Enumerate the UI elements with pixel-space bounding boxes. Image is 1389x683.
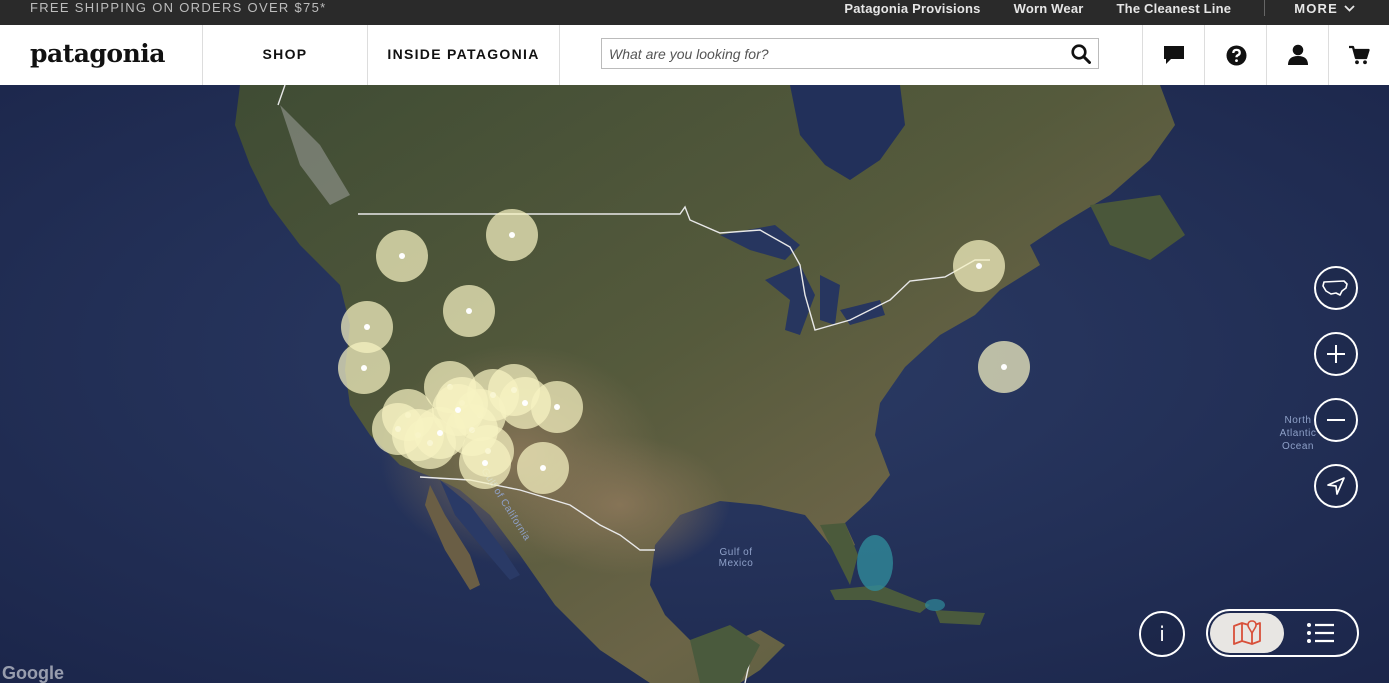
store-marker[interactable] xyxy=(953,240,1005,292)
help-button[interactable] xyxy=(1205,25,1267,85)
cart-icon xyxy=(1349,45,1370,65)
list-view-icon xyxy=(1307,623,1334,643)
usa-view-icon xyxy=(1322,280,1348,296)
store-marker-dot xyxy=(437,430,443,436)
search-input[interactable] xyxy=(602,39,1056,68)
zoom-out-button[interactable] xyxy=(1314,398,1358,442)
nav-shop[interactable]: SHOP xyxy=(203,25,367,85)
view-toggle xyxy=(1206,609,1359,657)
chat-button[interactable] xyxy=(1143,25,1205,85)
usa-view-button[interactable] xyxy=(1314,266,1358,310)
store-marker-dot xyxy=(554,404,560,410)
list-view-button[interactable] xyxy=(1286,613,1356,653)
zoom-in-button[interactable] xyxy=(1314,332,1358,376)
store-marker[interactable] xyxy=(531,381,583,433)
store-marker-dot xyxy=(466,308,472,314)
link-provisions[interactable]: Patagonia Provisions xyxy=(844,1,980,16)
store-marker-dot xyxy=(361,365,367,371)
store-marker-dot xyxy=(399,253,405,259)
locate-button[interactable] xyxy=(1314,464,1358,508)
nav-inside-patagonia[interactable]: INSIDE PATAGONIA xyxy=(368,25,559,85)
store-marker-dot xyxy=(976,263,982,269)
link-cleanest-line[interactable]: The Cleanest Line xyxy=(1117,1,1232,16)
account-icon xyxy=(1288,44,1308,65)
store-markers xyxy=(338,209,1030,494)
store-marker[interactable] xyxy=(978,341,1030,393)
store-marker[interactable] xyxy=(376,230,428,282)
search-box xyxy=(601,38,1099,69)
store-marker-dot xyxy=(364,324,370,330)
chat-icon xyxy=(1164,46,1184,64)
map-view-button[interactable] xyxy=(1210,613,1284,653)
promo-links: Patagonia Provisions Worn Wear The Clean… xyxy=(844,0,1389,16)
store-map[interactable]: Gulf of California Gulf of Mexico North … xyxy=(0,85,1389,683)
store-marker-dot xyxy=(455,407,461,413)
store-marker-dot xyxy=(482,460,488,466)
store-marker[interactable] xyxy=(443,285,495,337)
store-marker-dot xyxy=(540,465,546,471)
divider xyxy=(559,25,560,85)
main-header: patagonia SHOP INSIDE PATAGONIA xyxy=(0,25,1389,86)
promo-bar: FREE SHIPPING ON ORDERS OVER $75* Patago… xyxy=(0,0,1389,25)
help-icon xyxy=(1226,45,1246,65)
store-marker-dot xyxy=(509,232,515,238)
store-marker[interactable] xyxy=(432,384,484,436)
zoom-in-icon xyxy=(1327,345,1345,363)
patagonia-logo[interactable]: patagonia xyxy=(30,39,165,68)
cart-button[interactable] xyxy=(1329,25,1389,85)
more-label: MORE xyxy=(1294,0,1338,16)
chevron-down-icon xyxy=(1344,4,1355,12)
search-icon[interactable] xyxy=(1071,44,1091,69)
link-worn-wear[interactable]: Worn Wear xyxy=(1014,1,1084,16)
promo-divider xyxy=(1264,0,1266,16)
store-marker[interactable] xyxy=(517,442,569,494)
store-marker[interactable] xyxy=(338,342,390,394)
account-button[interactable] xyxy=(1267,25,1329,85)
store-marker[interactable] xyxy=(459,437,511,489)
store-marker-dot xyxy=(1001,364,1007,370)
info-button[interactable]: i xyxy=(1139,611,1185,657)
google-attribution: Google xyxy=(2,663,64,683)
locate-icon xyxy=(1327,477,1345,495)
zoom-out-icon xyxy=(1327,419,1345,421)
more-menu[interactable]: MORE xyxy=(1294,1,1355,16)
store-marker-dot xyxy=(522,400,528,406)
info-label: i xyxy=(1159,622,1165,646)
map-view-icon xyxy=(1233,620,1261,645)
free-shipping-text: FREE SHIPPING ON ORDERS OVER $75* xyxy=(30,0,327,15)
store-marker[interactable] xyxy=(486,209,538,261)
